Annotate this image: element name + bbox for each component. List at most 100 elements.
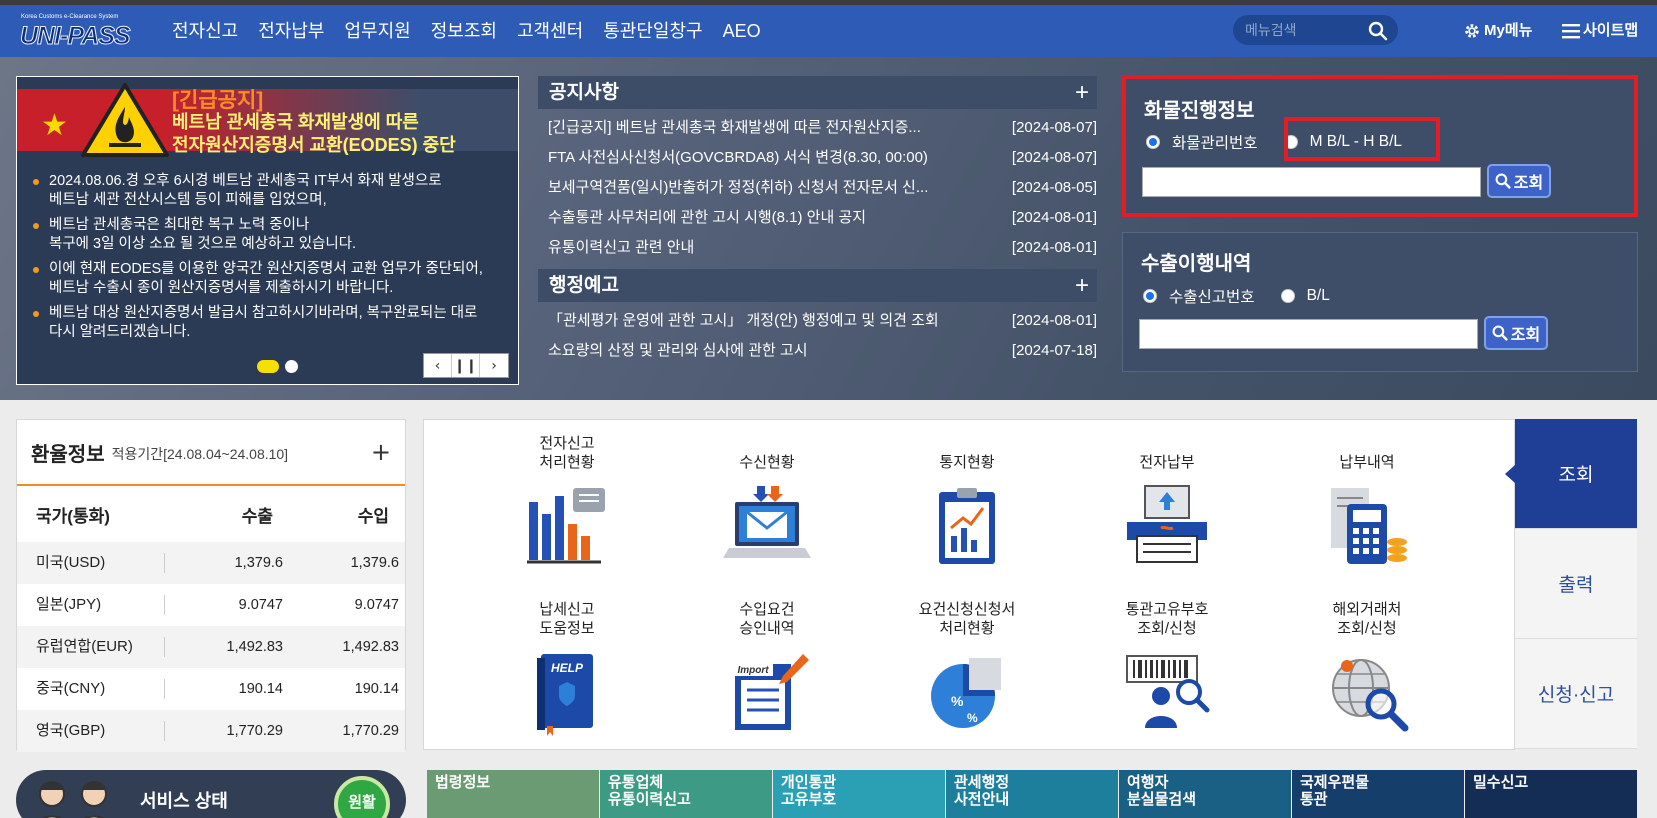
banner-item: 2024.08.06.경 오후 6시경 베트남 관세총국 IT부서 화재 발생으… xyxy=(31,172,511,210)
service-tabs: 조회 출력 신청·신고 xyxy=(1505,419,1637,750)
radio-checked-icon[interactable] xyxy=(1143,289,1157,303)
tab-print[interactable]: 출력 xyxy=(1515,529,1637,639)
exchange-rate-panel: 환율정보 적용기간[24.08.04~24.08.10] + 국가(통화) 수출… xyxy=(16,419,406,752)
pagination-dot-active[interactable] xyxy=(257,360,279,373)
radio-checked-icon[interactable] xyxy=(1146,135,1160,149)
cargo-title: 화물진행정보 xyxy=(1144,100,1255,122)
svg-text:HELP: HELP xyxy=(551,661,584,675)
nav-e-payment[interactable]: 전자납부 xyxy=(258,5,324,57)
service-status-indicator: 원활 xyxy=(334,776,390,818)
star-icon: ★ xyxy=(41,108,68,143)
plus-icon[interactable]: + xyxy=(1075,269,1089,302)
notice-item[interactable]: FTA 사전심사신청서(GOVCBRDA8) 서식 변경(8.30, 00:00… xyxy=(538,143,1097,173)
nav-business-support[interactable]: 업무지원 xyxy=(345,5,411,57)
uni-pass-logo[interactable]: Korea Customs e-Clearance System UNI-PAS… xyxy=(18,9,146,55)
notice-list: [긴급공지] 베트남 관세총국 화재발생에 따른 전자원산지증... [2024-… xyxy=(538,109,1097,269)
country-cell: 일본(JPY) xyxy=(17,595,165,615)
import-rate-cell: 9.0747 xyxy=(354,597,399,613)
pagination-dot[interactable] xyxy=(285,360,298,373)
import-rate-cell: 1,492.83 xyxy=(342,639,399,655)
col-country: 국가(통화) xyxy=(36,506,110,526)
notice-item[interactable]: 보세구역견품(일시)반출허가 정정(취하) 신청서 전자문서 신... [2024… xyxy=(538,173,1097,203)
export-search-button[interactable]: 조회 xyxy=(1484,316,1548,350)
tab-apply[interactable]: 신청·신고 xyxy=(1515,639,1637,749)
search-icon[interactable] xyxy=(1368,21,1388,41)
service-label: 수신현황 xyxy=(739,454,795,471)
menu-search-input[interactable] xyxy=(1245,19,1365,41)
quick-link-personal-code[interactable]: 개인통관 고유부호 xyxy=(773,770,945,818)
cargo-search-button[interactable]: 조회 xyxy=(1487,164,1551,198)
quick-link-law-info[interactable]: 법령정보 xyxy=(427,770,599,818)
notice-item[interactable]: 유통이력신고 관련 안내 [2024-08-01] xyxy=(538,233,1097,263)
service-import-approval[interactable]: 수입요건 승인내역 Import xyxy=(692,600,842,742)
service-requirement-status[interactable]: 요건신청신청서 처리현황 %% xyxy=(892,600,1042,742)
search-icon xyxy=(1495,173,1511,189)
service-label: 해외거래처 조회/신청 xyxy=(1332,601,1402,637)
nav-aeo[interactable]: AEO xyxy=(723,5,761,57)
sitemap-button[interactable]: 사이트맵 xyxy=(1562,5,1638,57)
nav-single-window[interactable]: 통관단일창구 xyxy=(603,5,702,57)
emergency-banner[interactable]: ★ [긴급공지] 베트남 관세총국 화재발생에 따른 전자원산지증명서 교환(E… xyxy=(16,76,519,385)
notice-item-title: FTA 사전심사신청서(GOVCBRDA8) 서식 변경(8.30, 00:00… xyxy=(548,149,928,166)
service-payment-history[interactable]: 납부내역 xyxy=(1292,434,1442,576)
service-customs-code[interactable]: 통관고유부호 조회/신청 xyxy=(1092,600,1242,742)
admin-notice-item-date: [2024-08-01] xyxy=(1011,312,1097,329)
service-e-payment[interactable]: 전자납부 xyxy=(1092,434,1242,576)
exchange-rate-header: 환율정보 적용기간[24.08.04~24.08.10] + xyxy=(17,420,405,486)
quick-link-distribution[interactable]: 유통업체 유통이력신고 xyxy=(600,770,772,818)
prev-icon[interactable]: ‹ xyxy=(424,354,452,377)
exchange-rate-title: 환율정보 xyxy=(31,443,105,466)
admin-notice-item-title: 「관세평가 운영에 관한 고시」 개정(안) 행정예고 및 의견 조회 xyxy=(548,312,939,329)
service-label: 납부내역 xyxy=(1339,454,1395,471)
country-cell: 중국(CNY) xyxy=(17,679,165,699)
pause-icon[interactable]: ❙❙ xyxy=(452,354,480,377)
my-menu-button[interactable]: My메뉴 xyxy=(1463,5,1532,57)
nav-e-declaration[interactable]: 전자신고 xyxy=(172,5,238,57)
plus-icon[interactable]: + xyxy=(371,438,391,466)
service-label: 통지현황 xyxy=(939,454,995,471)
notice-item-title: 유통이력신고 관련 안내 xyxy=(548,239,695,256)
export-radio-group: 수출신고번호 B/L xyxy=(1143,285,1356,307)
quick-link-lost-items[interactable]: 여행자 분실물검색 xyxy=(1119,770,1291,818)
service-overseas-partner[interactable]: 해외거래처 조회/신청 xyxy=(1292,600,1442,742)
admin-notice-item[interactable]: 소요량의 산정 및 관리와 심사에 관한 고시 [2024-07-18] xyxy=(538,336,1097,366)
notice-item-date: [2024-08-01] xyxy=(1011,209,1097,226)
banner-controls: ‹ ❙❙ › xyxy=(423,353,509,378)
notice-item[interactable]: 수출통관 사무처리에 관한 고시 시행(8.1) 안내 공지 [2024-08-0… xyxy=(538,203,1097,233)
export-rate-cell: 1,492.83 xyxy=(226,639,283,655)
plus-icon[interactable]: + xyxy=(1075,76,1089,109)
tab-lookup[interactable]: 조회 xyxy=(1505,419,1637,529)
cargo-search-label: 조회 xyxy=(1513,175,1544,192)
service-label: 통관고유부호 조회/신청 xyxy=(1125,601,1209,637)
admin-notice-item[interactable]: 「관세평가 운영에 관한 고시」 개정(안) 행정예고 및 의견 조회 [2024… xyxy=(538,306,1097,336)
nav-info-lookup[interactable]: 정보조회 xyxy=(431,5,497,57)
service-label: 납세신고 도움정보 xyxy=(539,601,595,637)
col-export: 수출 xyxy=(241,506,273,526)
service-receive-status[interactable]: 수신현황 xyxy=(692,434,842,576)
next-icon[interactable]: › xyxy=(480,354,508,377)
export-search-label: 조회 xyxy=(1510,327,1541,344)
export-number-input[interactable] xyxy=(1139,319,1478,349)
radio-label: 수출신고번호 xyxy=(1169,289,1255,306)
service-tax-help[interactable]: 납세신고 도움정보 HELP xyxy=(492,600,642,742)
nav-customer-center[interactable]: 고객센터 xyxy=(517,5,583,57)
laptop-mail-icon xyxy=(723,486,811,558)
radio-export-number[interactable]: 수출신고번호 xyxy=(1143,285,1255,307)
radio-bl[interactable]: B/L xyxy=(1280,287,1330,305)
quick-link-pre-guide[interactable]: 관세행정 사전안내 xyxy=(946,770,1118,818)
quick-link-smuggling-report[interactable]: 밀수신고 xyxy=(1465,770,1637,818)
cargo-number-input[interactable] xyxy=(1142,167,1481,197)
help-book-icon: HELP xyxy=(537,654,593,736)
service-label: 전자신고 처리현황 xyxy=(539,435,595,471)
logo-text: UNI-PASS xyxy=(20,22,132,51)
notice-item[interactable]: [긴급공지] 베트남 관세총국 화재발생에 따른 전자원산지증... [2024-… xyxy=(538,113,1097,143)
radio-unchecked-icon[interactable] xyxy=(1280,289,1295,303)
radio-cargo-number[interactable]: 화물관리번호 xyxy=(1146,131,1258,153)
menu-search xyxy=(1233,15,1398,45)
highlight-box xyxy=(1284,117,1440,161)
quick-link-intl-mail[interactable]: 국제우편물 통관 xyxy=(1292,770,1464,818)
country-cell: 영국(GBP) xyxy=(17,721,165,741)
sitemap-label: 사이트맵 xyxy=(1583,22,1639,39)
service-e-declaration-status[interactable]: 전자신고 처리현황 xyxy=(492,434,642,576)
service-notice-status[interactable]: 통지현황 xyxy=(892,434,1042,576)
